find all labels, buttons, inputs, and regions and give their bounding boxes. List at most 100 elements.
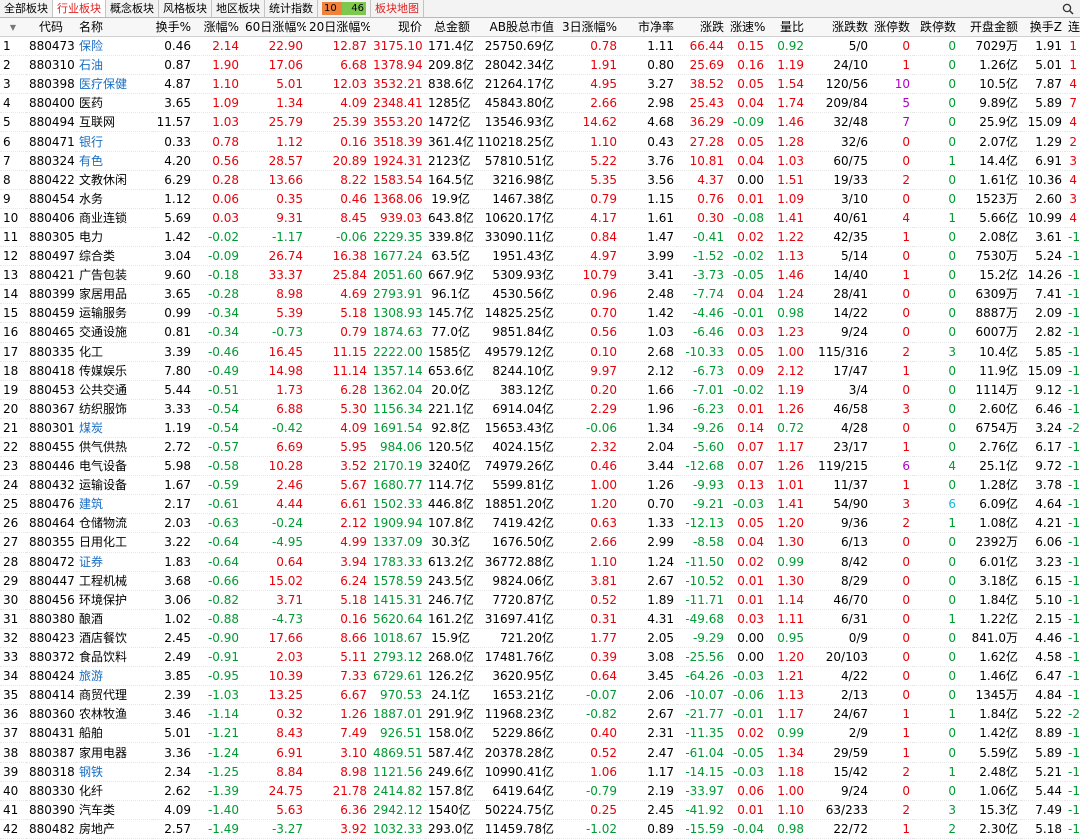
table-row[interactable]: 13 880421 广告包装 9.60 -0.18 33.37 25.84 2051.60 66… xyxy=(0,266,1080,285)
cell-turnover-z: 3.23 xyxy=(1035,554,1062,569)
table-row[interactable]: 15 880459 运输服务 0.99 -0.34 5.39 5.18 1308.93 145.… xyxy=(0,304,1080,323)
tab-1[interactable]: 行业板块 xyxy=(53,0,106,17)
tab-5[interactable]: 统计指数 xyxy=(265,0,318,17)
column-header[interactable]: 换手Z xyxy=(1021,18,1065,37)
table-row[interactable]: 20 880367 纺织服饰 3.33 -0.54 6.88 5.30 1156.34 221.… xyxy=(0,399,1080,419)
table-row[interactable]: 36 880360 农林牧渔 3.46 -1.14 0.32 1.26 1887.01 291.… xyxy=(0,705,1080,724)
table-row[interactable]: 4 880400 医药 3.65 1.09 1.34 4.09 2348.41 1285亿 458… xyxy=(0,94,1080,113)
cell-open-amount: 14.4亿 xyxy=(979,153,1018,168)
column-header[interactable]: 涨幅% xyxy=(194,18,242,37)
table-row[interactable]: 41 880390 汽车类 4.09 -1.40 5.63 6.36 2942.12 1540亿… xyxy=(0,800,1080,820)
table-row[interactable]: 35 880414 商贸代理 2.39 -1.03 13.25 6.67 970.53 24.1… xyxy=(0,686,1080,705)
cell-limit-down: 3 xyxy=(948,344,956,359)
column-header[interactable]: 开盘金额 xyxy=(959,18,1021,37)
search-icon[interactable] xyxy=(1056,0,1080,17)
table-row[interactable]: 30 880456 环境保护 3.06 -0.82 3.71 5.18 1415.31 246.… xyxy=(0,590,1080,610)
tab-0[interactable]: 全部板块 xyxy=(0,0,53,17)
table-row[interactable]: 14 880399 家居用品 3.65 -0.28 8.98 4.69 2793.91 96.1… xyxy=(0,285,1080,304)
cell-change-pct: 0.03 xyxy=(212,210,239,225)
column-header[interactable]: 涨停数 xyxy=(871,18,913,37)
table-row[interactable]: 2 880310 石油 0.87 1.90 17.06 6.68 1378.94 209.8亿 2… xyxy=(0,56,1080,75)
tab-4[interactable]: 地区板块 xyxy=(212,0,265,17)
cell-turnover: 1.12 xyxy=(164,191,191,206)
table-row[interactable]: 34 880424 旅游 3.85 -0.95 10.39 7.33 6729.61 126.2… xyxy=(0,667,1080,686)
cell-change-pct: -0.61 xyxy=(207,497,239,512)
tab-3[interactable]: 风格板块 xyxy=(159,0,212,17)
table-row[interactable]: 18 880418 传媒娱乐 7.80 -0.49 14.98 11.14 1357.14 65… xyxy=(0,361,1080,381)
table-row[interactable]: 31 880380 酿酒 1.02 -0.88 -4.73 0.16 5620.64 161.2… xyxy=(0,609,1080,629)
column-header[interactable]: 3日涨幅% xyxy=(557,18,620,37)
table-row[interactable]: 33 880372 食品饮料 2.49 -0.91 2.03 5.11 2793.12 268.… xyxy=(0,648,1080,667)
cell-limit-up: 0 xyxy=(902,669,910,684)
table-row[interactable]: 17 880335 化工 3.39 -0.46 16.45 11.15 2222.00 1585… xyxy=(0,342,1080,362)
cell-price: 1362.04 xyxy=(373,382,423,397)
table-row[interactable]: 16 880465 交通设施 0.81 -0.34 -0.73 0.79 1874.63 77.… xyxy=(0,323,1080,342)
cell-volume-ratio: 1.00 xyxy=(777,783,804,798)
tab-sector-map[interactable]: 板块地图 xyxy=(371,0,424,17)
sort-caret-icon[interactable]: ▼ xyxy=(0,18,26,37)
table-row[interactable]: 37 880431 船舶 5.01 -1.21 8.43 7.49 926.51 158.0亿 5… xyxy=(0,724,1080,743)
table-row[interactable]: 42 880482 房地产 2.57 -1.49 -3.27 3.92 1032.33 293.… xyxy=(0,819,1080,839)
column-header[interactable]: 20日涨幅% xyxy=(306,18,370,37)
table-row[interactable]: 22 880455 供气供热 2.72 -0.57 6.69 5.95 984.06 120.5… xyxy=(0,437,1080,457)
table-row[interactable]: 29 880447 工程机械 3.68 -0.66 15.02 6.24 1578.59 243… xyxy=(0,571,1080,591)
table-row[interactable]: 10 880406 商业连锁 5.69 0.03 9.31 8.45 939.03 643.8亿… xyxy=(0,208,1080,228)
column-header[interactable]: 现价 xyxy=(370,18,425,37)
column-header[interactable]: 市净率 xyxy=(620,18,677,37)
table-row[interactable]: 27 880355 日用化工 3.22 -0.64 -4.95 4.99 1337.09 30.… xyxy=(0,533,1080,553)
cell-limit-down: 1 xyxy=(948,764,956,779)
table-row[interactable]: 28 880472 证券 1.83 -0.64 0.64 3.94 1783.33 613.2亿… xyxy=(0,552,1080,572)
cell-total-amount: 158.0亿 xyxy=(428,726,473,741)
cell-turnover: 0.87 xyxy=(164,58,191,73)
column-header[interactable]: 量比 xyxy=(767,18,807,37)
table-row[interactable]: 11 880305 电力 1.42 -0.02 -1.17 -0.06 2229.35 339.… xyxy=(0,227,1080,247)
table-row[interactable]: 1 880473 保险 0.46 2.14 22.90 12.87 3175.10 171.4亿… xyxy=(0,37,1080,56)
table-row[interactable]: 3 880398 医疗保健 4.87 1.10 5.01 12.03 3532.21 838.6… xyxy=(0,75,1080,94)
column-header[interactable]: 名称 xyxy=(76,18,152,37)
cell-open-amount: 2.07亿 xyxy=(979,134,1018,149)
column-header[interactable]: 连涨天 xyxy=(1065,18,1080,37)
column-header[interactable]: 总金额 xyxy=(425,18,473,37)
column-header[interactable]: 60日涨幅% xyxy=(242,18,306,37)
column-header[interactable]: 涨跌 xyxy=(677,18,727,37)
cell-change-points: 10.81 xyxy=(689,153,724,168)
cell-limit-up: 0 xyxy=(902,783,910,798)
row-index: 33 xyxy=(3,650,19,665)
table-row[interactable]: 25 880476 建筑 2.17 -0.61 4.44 6.61 1502.33 446.8亿… xyxy=(0,495,1080,514)
table-row[interactable]: 40 880330 化纤 2.62 -1.39 24.75 21.78 2414.82 157.… xyxy=(0,781,1080,801)
cell-change-pct: 0.78 xyxy=(212,134,239,149)
sector-table: ▼ 代码 名称 换手% 涨幅% 60日涨幅% 20日涨幅% 现价 总金额 AB股总市值 3日涨幅% 市… xyxy=(0,18,1080,839)
cell-code: 880406 xyxy=(29,210,75,225)
table-row[interactable]: 12 880497 综合类 3.04 -0.09 26.74 16.38 1677.24 63.… xyxy=(0,247,1080,266)
table-row[interactable]: 21 880301 煤炭 1.19 -0.54 -0.42 4.09 1691.54 92.8亿… xyxy=(0,418,1080,438)
row-index: 28 xyxy=(3,554,19,569)
cell-change-3d: -0.79 xyxy=(585,783,617,798)
cell-pb-ratio: 0.89 xyxy=(647,821,674,836)
table-row[interactable]: 7 880324 有色 4.20 0.56 28.57 20.89 1924.31 2123亿 5… xyxy=(0,151,1080,171)
cell-streak-days: -2 xyxy=(1068,420,1080,435)
column-header[interactable]: 涨跌数 xyxy=(807,18,871,37)
table-row[interactable]: 19 880453 公共交通 5.44 -0.51 1.73 6.28 1362.04 20.0… xyxy=(0,380,1080,400)
table-row[interactable]: 9 880454 水务 1.12 0.06 0.35 0.46 1368.06 19.9亿 146… xyxy=(0,189,1080,209)
column-header[interactable]: 代码 xyxy=(26,18,76,37)
cell-change-points: -64.26 xyxy=(685,669,724,684)
table-row[interactable]: 8 880422 文教休闲 6.29 0.28 13.66 8.22 1583.54 164.5… xyxy=(0,170,1080,190)
cell-change-pct: 1.03 xyxy=(212,115,239,130)
column-header[interactable]: 跌停数 xyxy=(913,18,959,37)
column-header[interactable]: 涨速% xyxy=(727,18,767,37)
table-row[interactable]: 26 880464 仓储物流 2.03 -0.63 -0.24 2.12 1909.94 107… xyxy=(0,514,1080,533)
table-row[interactable]: 23 880446 电气设备 5.98 -0.58 10.28 3.52 2170.19 324… xyxy=(0,457,1080,476)
cell-total-amount: 145.7亿 xyxy=(428,306,473,321)
tab-2[interactable]: 概念板块 xyxy=(106,0,159,17)
column-header[interactable]: AB股总市值 xyxy=(473,18,557,37)
table-row[interactable]: 24 880432 运输设备 1.67 -0.59 2.46 5.67 1680.77 114.… xyxy=(0,476,1080,495)
table-row[interactable]: 32 880423 酒店餐饮 2.45 -0.90 17.66 8.66 1018.67 15.… xyxy=(0,628,1080,648)
table-row[interactable]: 5 880494 互联网 11.57 1.03 25.79 25.39 3553.20 1472… xyxy=(0,113,1080,132)
cell-speed: 0.06 xyxy=(737,783,764,798)
table-row[interactable]: 39 880318 钢铁 2.34 -1.25 8.84 8.98 1121.56 249.6亿… xyxy=(0,762,1080,782)
cell-volume-ratio: 1.41 xyxy=(777,210,804,225)
cell-pb-ratio: 3.76 xyxy=(647,153,674,168)
column-header[interactable]: 换手% xyxy=(152,18,194,37)
cell-up-down-count: 3/4 xyxy=(848,382,868,397)
table-row[interactable]: 6 880471 银行 0.33 0.78 1.12 0.16 3518.39 361.4亿 11… xyxy=(0,132,1080,152)
